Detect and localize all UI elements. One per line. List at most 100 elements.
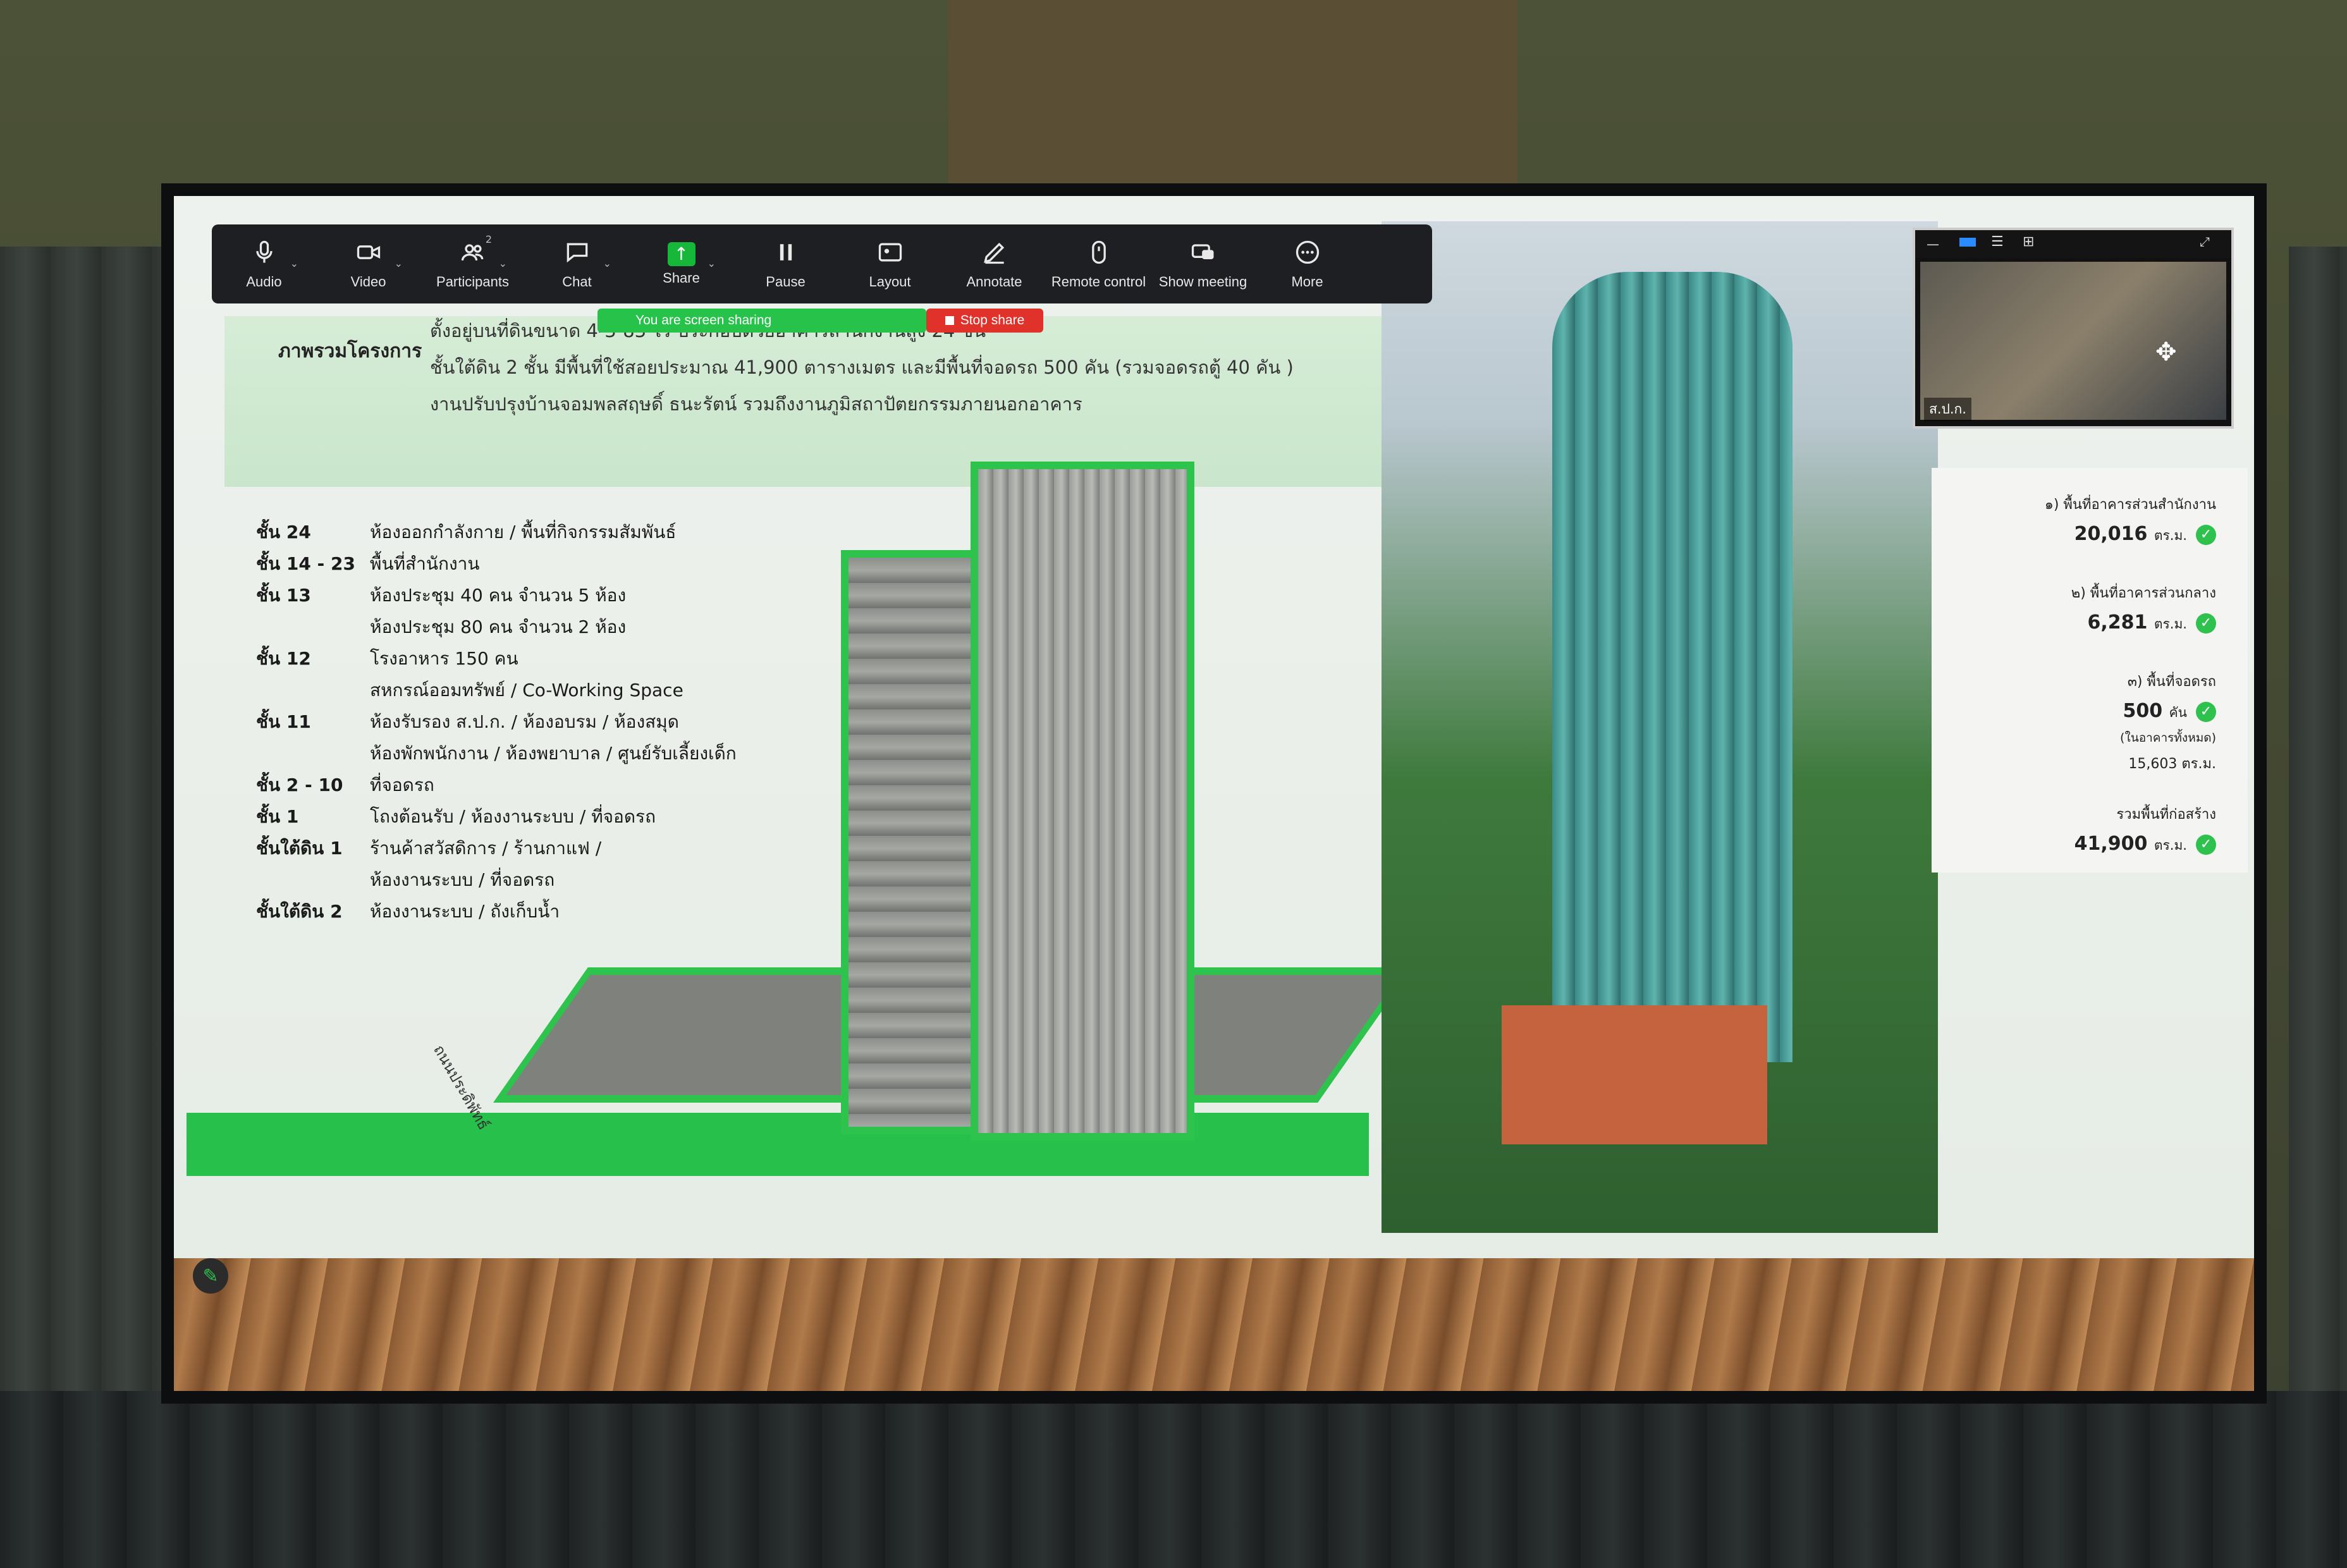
floor-number: ชั้น 13 <box>256 585 311 606</box>
overview-label: ภาพรวมโครงการ <box>278 340 422 362</box>
floor-description: สหกรณ์ออมทรัพย์ / Co-Working Space <box>370 680 683 701</box>
sharing-status: You are screen sharing <box>635 313 772 328</box>
floor-number: ชั้น 24 <box>256 522 311 542</box>
floor-description: ห้องประชุม 80 คน จำนวน 2 ห้อง <box>370 616 627 637</box>
stat-sub-2: 15,603 ตร.ม. <box>2128 756 2216 772</box>
floor-number: ชั้น 2 - 10 <box>256 775 343 795</box>
floor-description: ห้องประชุม 40 คน จำนวน 5 ห้อง <box>370 585 627 606</box>
render-house <box>1502 1005 1767 1144</box>
pause-icon <box>772 238 800 270</box>
check-icon: ✓ <box>2196 613 2216 634</box>
toolbar-video-button[interactable]: Video ⌄ <box>316 224 420 303</box>
stop-share-button[interactable]: Stop share <box>926 309 1043 333</box>
stat-label: รวมพื้นที่ก่อสร้าง <box>2116 807 2216 823</box>
chevron-down-icon[interactable]: ⌄ <box>603 257 611 269</box>
toolbar-chat-button[interactable]: Chat ⌄ <box>525 224 629 303</box>
floor-number: ชั้น 1 <box>256 806 299 827</box>
chevron-down-icon[interactable]: ⌄ <box>395 257 403 269</box>
show-meeting-icon <box>1189 238 1217 270</box>
toolbar-label: Layout <box>869 273 911 290</box>
tower-b-diagram <box>971 462 1194 1141</box>
meeting-toolbar: Audio ⌄ Video ⌄ Participants 2 ⌄ Chat ⌄ ↑ Share ⌄ Pa… <box>212 224 1432 303</box>
toolbar-label: More <box>1291 273 1323 290</box>
floor-description: โถงต้อนรับ / ห้องงานระบบ / ที่จอดรถ <box>370 806 656 827</box>
participants-icon <box>459 238 487 270</box>
participant-name: ส.ป.ก. <box>1924 398 1971 421</box>
move-icon[interactable]: ✥ <box>2155 338 2177 367</box>
toolbar-share-button[interactable]: ↑ Share ⌄ <box>629 224 733 303</box>
stop-icon <box>945 316 954 325</box>
speaker-view-icon[interactable] <box>1959 238 1976 247</box>
list-view-icon[interactable]: ☰ <box>1991 234 2004 250</box>
floor-description: พื้นที่สำนักงาน <box>370 553 480 574</box>
stat-value-row: 500 คัน ✓ <box>1938 700 2216 723</box>
chevron-down-icon[interactable]: ⌄ <box>499 257 507 269</box>
floor-number: ชั้น 14 - 23 <box>256 553 355 574</box>
stat-total: รวมพื้นที่ก่อสร้าง 41,900 ตร.ม. ✓ <box>1938 803 2216 856</box>
stat-label: ๑) พื้นที่อาคารส่วนสำนักงาน <box>2044 497 2216 513</box>
stat-parking: ๓) พื้นที่จอดรถ 500 คัน ✓ (ในอาคารทั้งหมด… <box>1938 670 2216 775</box>
toolbar-label: Video <box>350 273 386 290</box>
tv-screen: ภาพรวมโครงการ ตั้งอยู่บนที่ดินขนาด 4-3-8… <box>174 196 2254 1391</box>
video-thumbnail[interactable]: — ☰ ⊞ ⤢ ส.ป.ก. ✥ <box>1913 228 2234 429</box>
floor-number: ชั้น 11 <box>256 711 311 732</box>
overview-line-2: ชั้นใต้ดิน 2 ชั้น มีพื้นที่ใช้สอยประมาณ … <box>430 357 1294 378</box>
floor-description: ห้องพักพนักงาน / ห้องพยาบาล / ศูนย์รับเล… <box>370 743 737 764</box>
pencil-icon <box>981 238 1008 270</box>
toolbar-label: Audio <box>246 273 282 290</box>
check-icon: ✓ <box>2196 701 2216 722</box>
stat-value-row: 41,900 ตร.ม. ✓ <box>1938 833 2216 856</box>
toolbar-label: Show meeting <box>1158 273 1247 290</box>
toolbar-audio-button[interactable]: Audio ⌄ <box>212 224 316 303</box>
floor-number: ชั้นใต้ดิน 1 <box>256 838 343 859</box>
curtain-bottom <box>0 1391 2347 1568</box>
stat-value-row: 20,016 ตร.ม. ✓ <box>1938 523 2216 546</box>
floor-description: ห้องงานระบบ / ที่จอดรถ <box>370 869 555 890</box>
toolbar-remote-control-button[interactable]: Remote control <box>1046 224 1151 303</box>
stat-label: ๒) พื้นที่อาคารส่วนกลาง <box>2071 585 2216 601</box>
expand-icon[interactable]: ⤢ <box>2200 234 2210 249</box>
floor-number: ชั้น 12 <box>256 648 311 669</box>
toolbar-show-meeting-button[interactable]: Show meeting <box>1151 224 1255 303</box>
floor-description: ที่จอดรถ <box>370 775 434 795</box>
toolbar-label: Remote control <box>1051 273 1146 290</box>
video-toolbar: — ☰ ⊞ ⤢ <box>1915 230 2231 258</box>
toolbar-label: Chat <box>562 273 592 290</box>
video-camera-icon <box>355 238 383 270</box>
check-icon: ✓ <box>2196 834 2216 855</box>
more-dots-icon <box>1294 238 1321 270</box>
toolbar-label: Participants <box>436 273 509 290</box>
toolbar-pause-button[interactable]: Pause <box>733 224 838 303</box>
toolbar-layout-button[interactable]: Layout <box>838 224 942 303</box>
annotate-pencil-icon[interactable]: ✎ <box>193 1258 228 1294</box>
toolbar-label: Pause <box>766 273 806 290</box>
floor-description: ห้องรับรอง ส.ป.ก. / ห้องอบรม / ห้องสมุด <box>370 711 679 732</box>
minimize-icon[interactable]: — <box>1927 236 1939 252</box>
stop-share-label: Stop share <box>960 313 1025 328</box>
render-tower <box>1552 272 1792 1062</box>
chat-bubble-icon <box>563 238 591 270</box>
stat-label: ๓) พื้นที่จอดรถ <box>2127 674 2216 690</box>
screen-sharing-banner: You are screen sharing <box>597 309 926 333</box>
toolbar-participants-button[interactable]: Participants 2 ⌄ <box>420 224 525 303</box>
grid-view-icon[interactable]: ⊞ <box>2023 234 2034 250</box>
toolbar-label: Share <box>663 269 700 286</box>
layout-icon <box>876 238 904 270</box>
floor-description: ห้องออกกำลังกาย / พื้นที่กิจกรรมสัมพันธ์ <box>370 522 677 542</box>
chevron-down-icon[interactable]: ⌄ <box>708 257 716 269</box>
toolbar-label: Annotate <box>966 273 1022 290</box>
participant-count-badge: 2 <box>485 233 492 245</box>
check-icon: ✓ <box>2196 524 2216 545</box>
toolbar-annotate-button[interactable]: Annotate <box>942 224 1046 303</box>
curtain-right <box>2289 247 2347 1568</box>
share-screen-icon: ↑ <box>667 242 696 266</box>
floor-description: โรงอาหาร 150 คน <box>370 648 518 669</box>
microphone-icon <box>250 238 278 270</box>
mouse-icon <box>1085 238 1113 270</box>
toolbar-more-button[interactable]: More <box>1255 224 1359 303</box>
stat-sub: (ในอาคารทั้งหมด) <box>2120 731 2216 745</box>
chevron-down-icon[interactable]: ⌄ <box>290 257 298 269</box>
stat-office: ๑) พื้นที่อาคารส่วนสำนักงาน 20,016 ตร.ม.… <box>1938 493 2216 546</box>
stat-value-row: 6,281 ตร.ม. ✓ <box>1938 611 2216 635</box>
stat-common: ๒) พื้นที่อาคารส่วนกลาง 6,281 ตร.ม. ✓ <box>1938 582 2216 635</box>
